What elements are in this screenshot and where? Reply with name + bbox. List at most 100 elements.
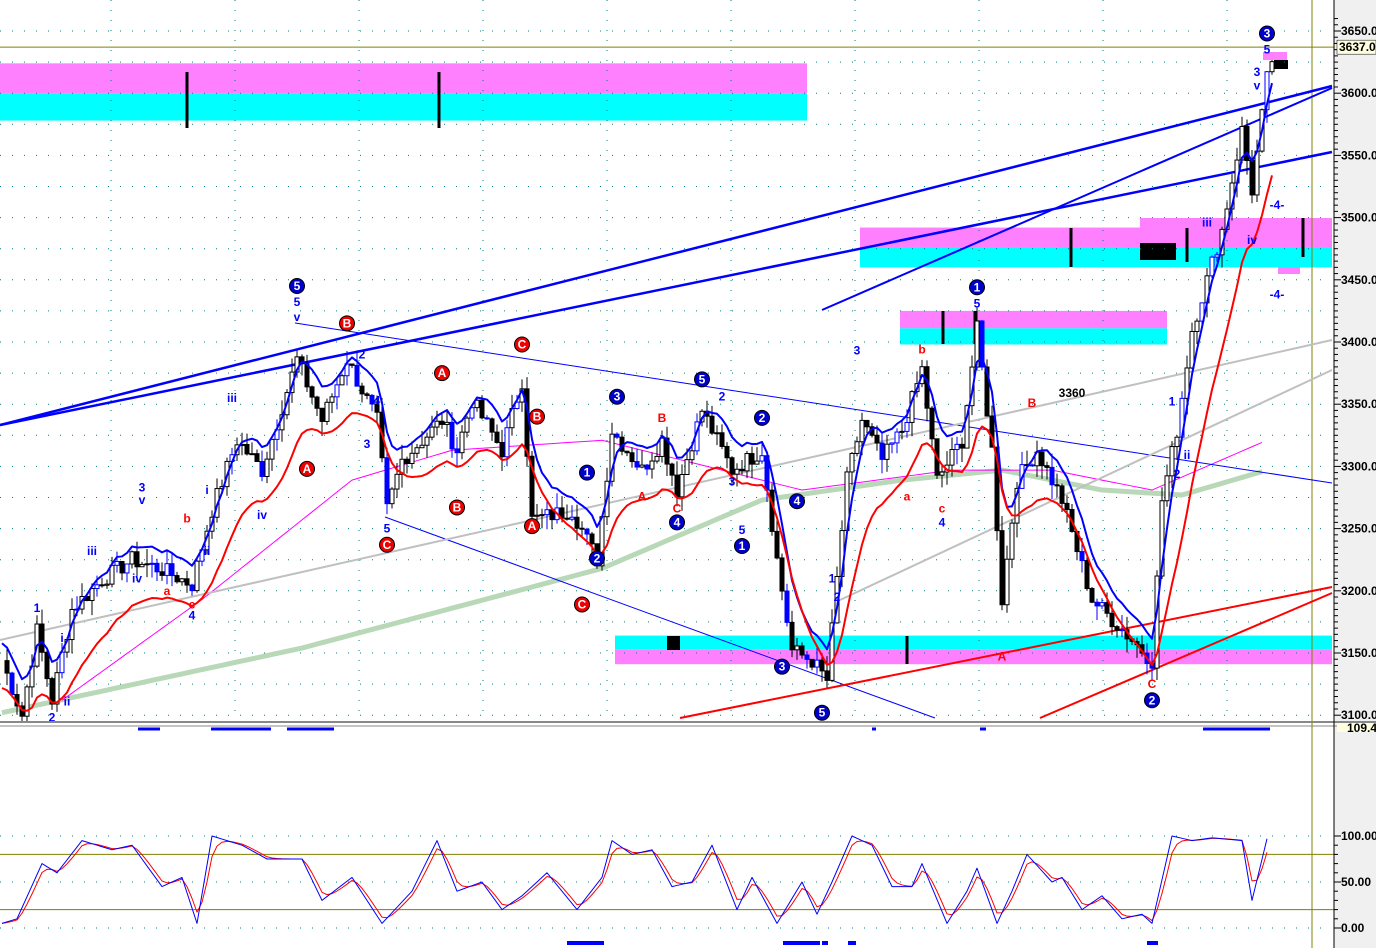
wave-label: 4 <box>374 393 381 407</box>
candle-down <box>1044 465 1050 468</box>
candle-up <box>759 455 765 462</box>
wave-label: 5 <box>384 522 391 536</box>
candle-up <box>124 563 130 574</box>
candle-down <box>709 415 715 434</box>
wave-label: 5 <box>294 295 301 309</box>
wave-label: 2 <box>1174 467 1181 481</box>
candle-up <box>324 401 330 422</box>
zone-magenta <box>615 649 1332 665</box>
candle-down <box>669 463 675 476</box>
wave-label: 5 <box>739 523 746 537</box>
wave-label: -4- <box>1270 198 1285 212</box>
candle-down <box>959 443 965 449</box>
wave-label: iii <box>1202 216 1212 230</box>
candle-down <box>159 571 165 576</box>
candle-down <box>864 419 870 428</box>
wave-label: A <box>438 366 447 380</box>
candle-down <box>824 670 830 681</box>
candle-down <box>494 431 500 443</box>
candle-up <box>1174 436 1180 448</box>
candle-up <box>94 584 100 590</box>
candle-down <box>119 560 125 574</box>
candle-up <box>1269 61 1275 73</box>
price-tick-label: 3600.0 <box>1341 86 1376 100</box>
candle-up <box>1009 522 1015 560</box>
candle-down <box>1094 601 1100 607</box>
wave-label: iv <box>257 508 267 522</box>
candle-down <box>724 445 730 459</box>
wave-label: 2 <box>359 347 366 361</box>
candle-down <box>449 421 455 450</box>
zone-cyan <box>900 328 1167 345</box>
candle-down <box>584 528 590 535</box>
candle-down <box>309 386 315 398</box>
candle-down <box>779 557 785 592</box>
zone-magenta <box>0 63 807 94</box>
candle-up <box>884 443 890 460</box>
candle-down <box>1114 626 1120 631</box>
candle-up <box>424 436 430 446</box>
candle-down <box>1059 485 1065 504</box>
zone-cyan <box>860 247 1332 268</box>
wave-label: 1 <box>739 539 746 553</box>
candle-up <box>329 396 335 403</box>
zone-magenta <box>900 310 1167 329</box>
candle-up <box>899 430 905 433</box>
wave-label: 4 <box>794 494 801 508</box>
candle-up <box>409 452 415 464</box>
candle-up <box>569 516 575 520</box>
wave-label: 4 <box>939 515 946 529</box>
wave-label: ii <box>204 544 211 558</box>
wave-label: 3 <box>729 474 736 488</box>
candle-up <box>859 419 865 443</box>
candle-up <box>114 560 120 566</box>
wave-label: 3 <box>614 390 621 404</box>
price-tick-label: 3150.0 <box>1341 646 1376 660</box>
axis-background <box>1334 0 1376 948</box>
oscillator-panel <box>0 722 1334 948</box>
wave-label: 2 <box>1149 693 1156 707</box>
candle-up <box>264 458 270 477</box>
wave-label: C <box>578 597 587 611</box>
price-tick-label: 3550.0 <box>1341 148 1376 162</box>
wave-label: C <box>518 337 527 351</box>
candle-down <box>499 441 505 458</box>
candle-down <box>364 393 370 396</box>
candle-up <box>149 562 155 565</box>
wave-label: B <box>453 500 462 514</box>
zone-magenta <box>860 227 1332 248</box>
candle-up <box>684 459 690 475</box>
candle-down <box>4 660 10 674</box>
candle-down <box>644 464 650 470</box>
candle-up <box>794 645 800 651</box>
wave-label: a <box>904 489 911 503</box>
candle-down <box>154 562 160 573</box>
price-tick-label: 3250.0 <box>1341 522 1376 536</box>
candle-down <box>1039 451 1045 467</box>
wave-label: A <box>303 462 312 476</box>
wave-label: C <box>383 538 392 552</box>
candle-down <box>244 443 250 455</box>
wave-label: 3 <box>1254 65 1261 79</box>
wave-label: c <box>189 597 196 611</box>
candle-up <box>679 473 685 498</box>
candle-down <box>319 407 325 422</box>
candle-down <box>749 453 755 465</box>
wave-label: b <box>918 342 925 356</box>
candle-up <box>269 438 275 460</box>
candle-up <box>689 450 695 461</box>
candle-up <box>164 563 170 576</box>
wave-label: b <box>183 512 190 526</box>
wave-label: 1 <box>584 466 591 480</box>
candle-down <box>629 452 635 463</box>
wave-label: ii <box>64 695 71 709</box>
candle-down <box>404 458 410 464</box>
candle-up <box>434 420 440 428</box>
candle-up <box>389 488 395 505</box>
oscillator-tick-label: 0.00 <box>1341 921 1365 935</box>
candle-down <box>484 417 490 420</box>
wave-label: B <box>658 411 667 425</box>
candle-down <box>624 450 630 454</box>
candle-up <box>144 563 150 566</box>
candle-up <box>1164 475 1170 502</box>
